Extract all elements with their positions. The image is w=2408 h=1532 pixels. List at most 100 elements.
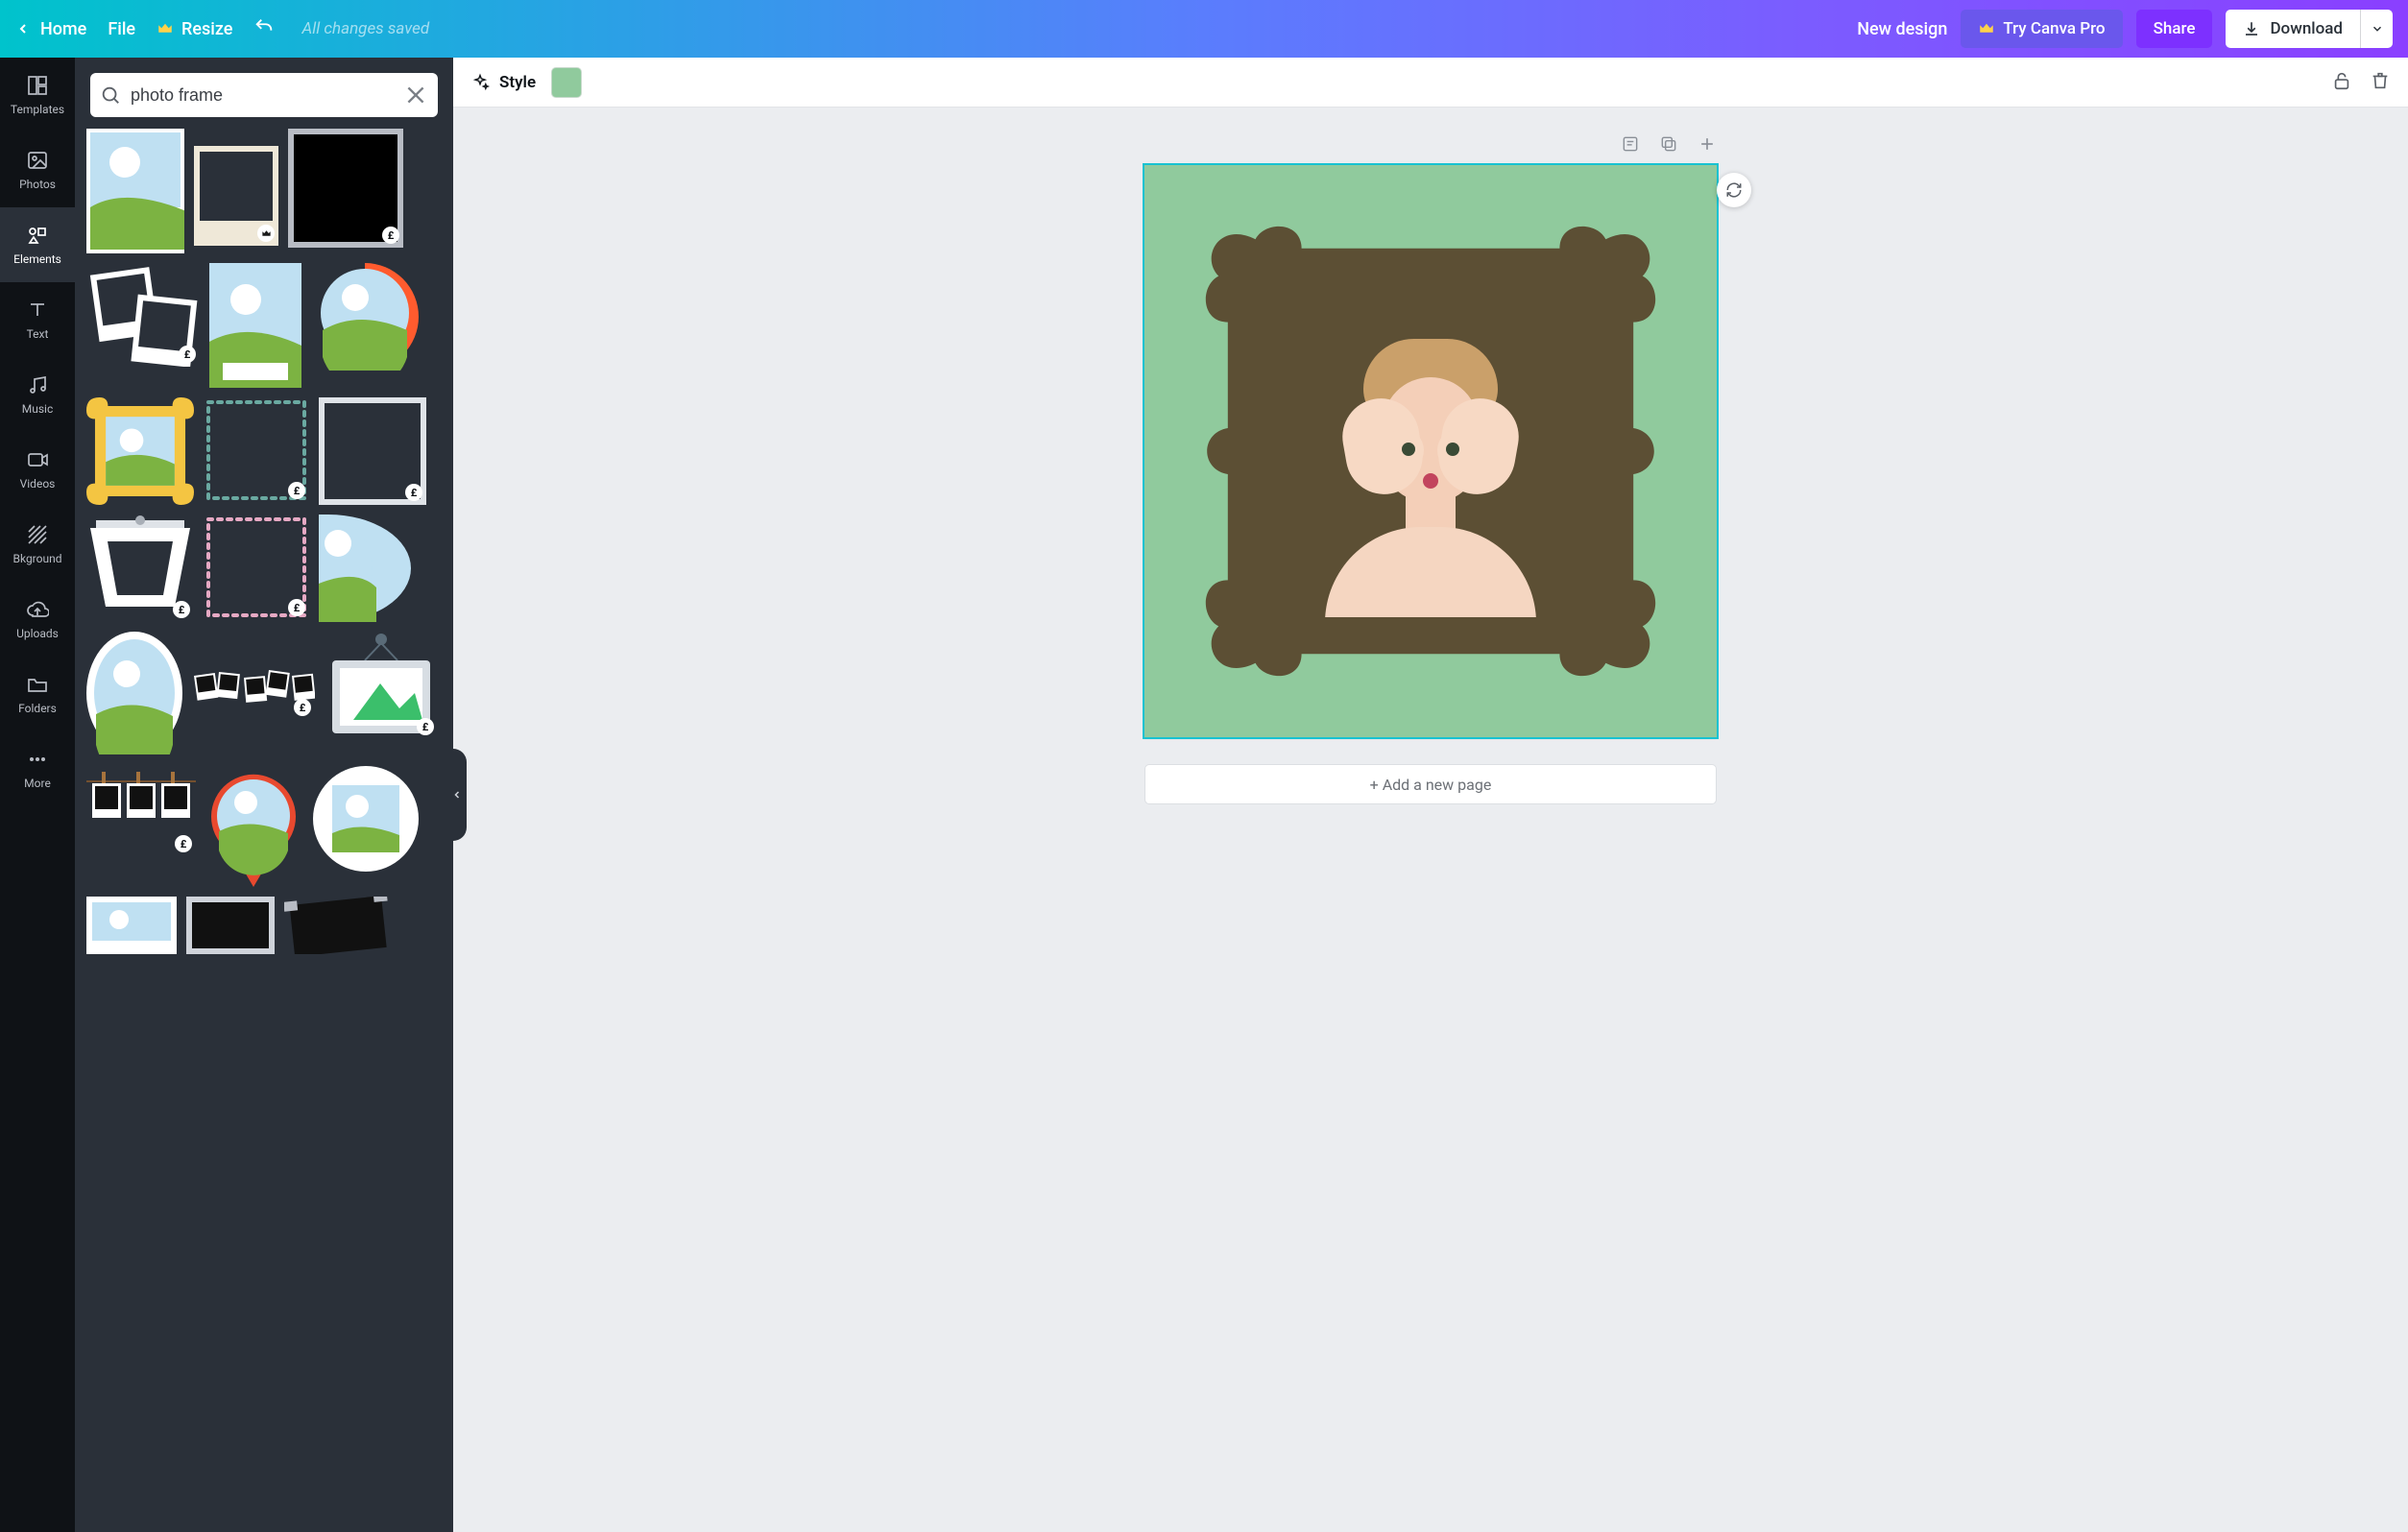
result-frame-hanging[interactable]: £ [325, 632, 438, 739]
main: Templates Photos Elements Text Music Vid… [0, 58, 2408, 1532]
background-color-swatch[interactable] [551, 67, 582, 98]
result-frame-white-trapezoid[interactable]: £ [86, 515, 194, 622]
result-frame-stamp-pink[interactable]: £ [204, 515, 309, 620]
add-page-button-icon[interactable] [1698, 134, 1717, 157]
result-frame-partial-2[interactable] [186, 897, 275, 954]
result-frame-oval[interactable] [86, 632, 182, 754]
result-frame-landscape-caption[interactable] [209, 263, 301, 388]
home-button[interactable]: Home [15, 19, 86, 39]
person-illustration [1287, 310, 1575, 617]
background-icon [26, 523, 49, 546]
duplicate-page-button[interactable] [1659, 134, 1678, 157]
resize-button[interactable]: Resize [157, 19, 232, 39]
delete-button[interactable] [2370, 70, 2391, 95]
undo-button[interactable] [253, 16, 275, 41]
download-caret[interactable] [2360, 10, 2393, 48]
try-pro-label: Try Canva Pro [2003, 19, 2105, 38]
result-frame-half-circle[interactable] [319, 515, 411, 622]
try-pro-button[interactable]: Try Canva Pro [1961, 10, 2122, 48]
collapse-side-panel[interactable] [447, 749, 467, 841]
result-frame-circle-cutout[interactable] [311, 764, 421, 874]
result-frame-stamp-teal[interactable]: £ [204, 397, 309, 503]
regenerate-button[interactable] [1717, 173, 1751, 207]
result-frame-two-polaroids[interactable]: £ [86, 263, 200, 367]
download-split-button: Download [2226, 10, 2393, 48]
frame-thumb-icon [86, 897, 177, 954]
resize-label: Resize [181, 19, 232, 39]
design-page[interactable] [1144, 165, 1717, 737]
rail-label: Uploads [16, 627, 59, 640]
elements-icon [26, 224, 49, 247]
lock-button[interactable] [2331, 70, 2352, 95]
framed-photo[interactable] [1264, 285, 1597, 617]
result-frame-partial-1[interactable] [86, 897, 177, 954]
rail-text[interactable]: Text [0, 282, 75, 357]
paid-badge: £ [175, 835, 192, 852]
paid-badge: £ [405, 484, 422, 501]
videos-icon [26, 448, 49, 471]
rail-background[interactable]: Bkground [0, 507, 75, 582]
style-button[interactable]: Style [470, 73, 536, 92]
rail-photos[interactable]: Photos [0, 132, 75, 207]
templates-icon [26, 74, 49, 97]
frame-thumb-icon [311, 263, 419, 371]
frame-thumb-icon [86, 397, 194, 505]
results-scroll[interactable]: £ £ £ [75, 129, 453, 1532]
paid-badge: £ [288, 599, 305, 616]
result-frame-ornate-yellow[interactable] [86, 397, 194, 505]
result-frame-white-thin[interactable]: £ [319, 397, 426, 505]
download-button[interactable]: Download [2226, 10, 2360, 48]
page-notes-button[interactable] [1621, 134, 1640, 157]
close-icon [403, 83, 428, 108]
file-menu[interactable]: File [108, 19, 135, 39]
text-icon [26, 299, 49, 322]
home-label: Home [40, 19, 86, 39]
rail-more[interactable]: More [0, 731, 75, 806]
notes-icon [1621, 134, 1640, 154]
frame-thumb-icon [319, 515, 411, 622]
more-icon [26, 748, 49, 771]
result-frame-pin-red[interactable] [205, 764, 301, 887]
result-frame-landscape[interactable] [86, 129, 184, 253]
rail-label: More [24, 777, 51, 790]
search-input[interactable] [131, 85, 394, 106]
new-design-button[interactable]: New design [1857, 19, 1947, 39]
top-bar-left: Home File Resize All changes saved [15, 16, 429, 41]
rail-label: Music [22, 402, 53, 416]
paid-badge: £ [173, 601, 190, 618]
rail-folders[interactable]: Folders [0, 657, 75, 731]
top-bar-right: New design Try Canva Pro Share Download [1857, 10, 2393, 48]
rail-videos[interactable]: Videos [0, 432, 75, 507]
frame-thumb-icon [284, 897, 392, 954]
result-frame-clothesline[interactable]: £ [86, 764, 196, 856]
rail-label: Bkground [13, 552, 62, 565]
rail-music[interactable]: Music [0, 357, 75, 432]
style-label: Style [499, 73, 536, 92]
frame-thumb-icon [86, 129, 184, 253]
result-frame-partial-3[interactable] [284, 897, 392, 954]
result-frame-square-black[interactable]: £ [288, 129, 403, 248]
rail-templates[interactable]: Templates [0, 58, 75, 132]
context-toolbar-right [2331, 70, 2391, 95]
chevron-left-icon [15, 21, 31, 36]
share-button[interactable]: Share [2136, 10, 2213, 48]
frame-thumb-icon [86, 632, 182, 754]
folders-icon [26, 673, 49, 696]
rail-uploads[interactable]: Uploads [0, 582, 75, 657]
result-frame-circle-orange[interactable] [311, 263, 419, 371]
clear-search-button[interactable] [403, 83, 428, 108]
result-frame-polaroid-small[interactable] [194, 146, 278, 246]
paid-badge: £ [179, 346, 196, 363]
left-rail: Templates Photos Elements Text Music Vid… [0, 58, 75, 1532]
canvas-area[interactable]: + Add a new page [453, 108, 2408, 1532]
add-page-button[interactable]: + Add a new page [1144, 764, 1717, 804]
result-frame-polaroid-strip[interactable]: £ [192, 662, 315, 720]
share-label: Share [2154, 19, 2196, 38]
rail-elements[interactable]: Elements [0, 207, 75, 282]
side-panel: £ £ £ [75, 58, 453, 1532]
download-label: Download [2270, 19, 2343, 38]
download-icon [2243, 20, 2260, 37]
rail-label: Videos [20, 477, 56, 491]
paid-badge: £ [417, 718, 434, 735]
rail-label: Photos [19, 178, 56, 191]
